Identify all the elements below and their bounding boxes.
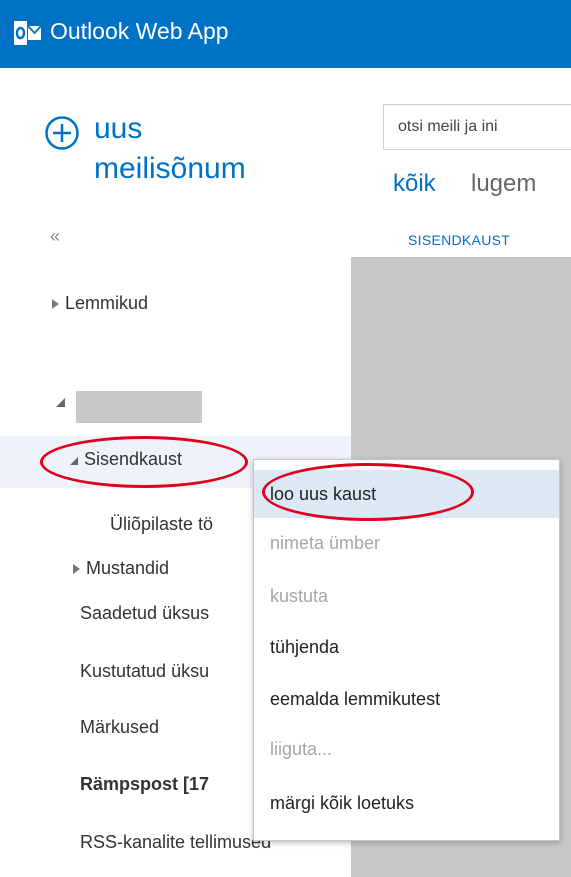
- menu-item-move[interactable]: liiguta...: [254, 725, 559, 773]
- collapse-pane-icon[interactable]: «: [50, 226, 60, 247]
- new-message-label-line1: uus: [94, 112, 143, 145]
- brand-bar: Outlook Web App: [0, 0, 571, 68]
- red-annotation-oval: [40, 436, 248, 488]
- account-name-redacted: [76, 391, 202, 423]
- plus-circle-icon: [45, 116, 79, 150]
- top-bar: Outlook Web App: [0, 0, 571, 68]
- nav-sent[interactable]: Saadetud üksus: [80, 603, 209, 624]
- filter-all[interactable]: kõik: [393, 170, 436, 198]
- filter-read[interactable]: lugem: [471, 170, 536, 198]
- menu-item-empty[interactable]: tühjenda: [254, 623, 559, 671]
- nav-drafts[interactable]: Mustandid: [73, 558, 169, 579]
- nav-subfolder[interactable]: Üliõpilaste tö: [110, 514, 213, 535]
- expand-arrow-icon: [73, 564, 80, 575]
- search-placeholder: otsi meili ja ini: [398, 118, 498, 135]
- red-annotation-oval: [262, 463, 474, 521]
- collapse-arrow-icon[interactable]: [56, 398, 65, 407]
- search-input[interactable]: otsi meili ja ini: [383, 104, 571, 150]
- outlook-logo-icon: [14, 21, 41, 45]
- new-message-label-line2: meilisõnum: [94, 152, 246, 185]
- nav-notes[interactable]: Märkused: [80, 717, 159, 738]
- nav-favorites[interactable]: Lemmikud: [52, 293, 148, 314]
- nav-favorites-label: Lemmikud: [65, 293, 149, 313]
- menu-item-remove-favorite[interactable]: eemalda lemmikutest: [254, 675, 559, 723]
- folder-header: SISENDKAUST: [408, 232, 511, 248]
- menu-item-rename[interactable]: nimeta ümber: [254, 519, 559, 567]
- expand-arrow-icon: [52, 299, 59, 310]
- menu-item-delete[interactable]: kustuta: [254, 572, 559, 620]
- nav-deleted[interactable]: Kustutatud üksu: [80, 661, 209, 682]
- menu-item-mark-all-read[interactable]: märgi kõik loetuks: [254, 779, 559, 827]
- nav-junk[interactable]: Rämpspost [17: [80, 774, 209, 795]
- nav-drafts-label: Mustandid: [86, 558, 170, 578]
- app-title: Outlook Web App: [50, 18, 229, 44]
- nav-rss[interactable]: RSS-kanalite tellimused: [80, 832, 271, 853]
